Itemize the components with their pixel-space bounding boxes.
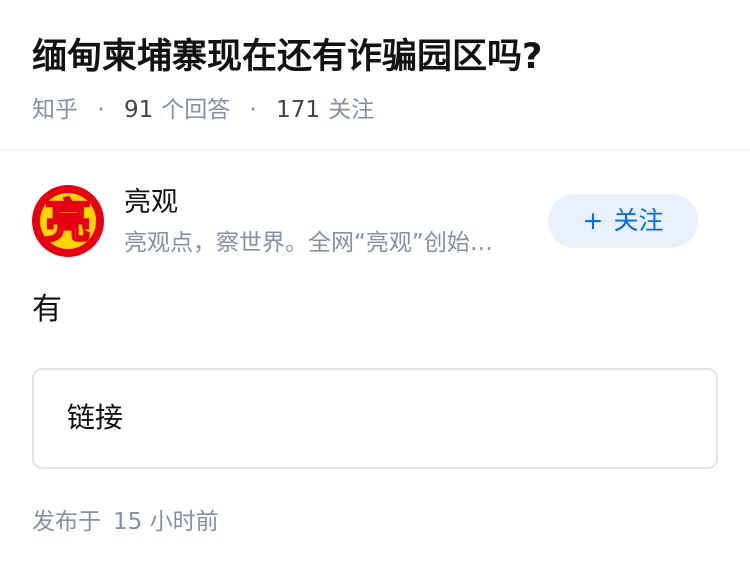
meta-separator: · (249, 97, 257, 123)
author-card: 亮 亮观 亮观点，察世界。全网“亮观”创始… + 关注 (0, 152, 750, 282)
answer-text: 有 (32, 292, 62, 327)
publish-time-value: 15 小时前 (113, 509, 219, 535)
publish-time: 发布于 15 小时前 (32, 505, 219, 539)
follower-count-label: 关注 (328, 97, 375, 123)
follow-button[interactable]: + 关注 (548, 194, 698, 248)
question-title[interactable]: 缅甸柬埔寨现在还有诈骗园区吗? (32, 33, 542, 81)
link-card[interactable]: 链接 (32, 368, 718, 469)
follow-button-label: 关注 (613, 206, 664, 235)
plus-icon: + (582, 206, 604, 235)
author-name[interactable]: 亮观 (124, 184, 178, 222)
question-header: 缅甸柬埔寨现在还有诈骗园区吗? 知乎 · 91 个回答 · 171 关注 (0, 0, 750, 151)
link-card-label: 链接 (67, 401, 124, 434)
author-bio: 亮观点，察世界。全网“亮观”创始… (124, 230, 493, 256)
answer-count: 91 (123, 97, 154, 123)
avatar[interactable]: 亮 (32, 185, 104, 257)
answer-count-label: 个回答 (161, 97, 231, 123)
meta-separator: · (97, 97, 105, 123)
follower-count: 171 (276, 97, 321, 123)
question-meta: 知乎 · 91 个回答 · 171 关注 (32, 94, 374, 126)
publish-prefix: 发布于 (32, 509, 101, 535)
avatar-logo-char: 亮 (44, 193, 92, 249)
source-label[interactable]: 知乎 (32, 97, 78, 123)
